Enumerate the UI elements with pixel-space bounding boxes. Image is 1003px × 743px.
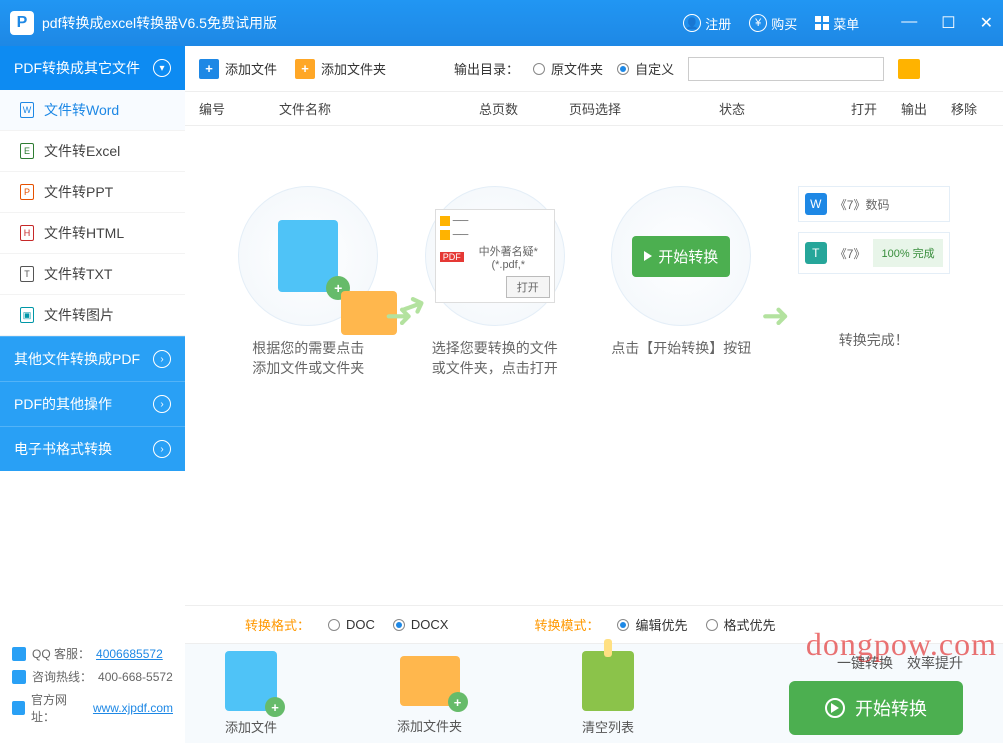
folder-icon [341,291,397,335]
buy-button[interactable]: ¥ 购买 [749,14,797,33]
guide-area: 根据您的需要点击 添加文件或文件夹 ➜ ── ── PDF中外著名疑*(*.pd… [185,126,1003,605]
menu-button[interactable]: 菜单 [815,14,859,33]
sidebar-item-ppt[interactable]: P文件转PPT [0,172,185,213]
guide-step-2: ── ── PDF中外著名疑*(*.pdf,* 打开 选择您要转换的文件 或文件… [425,186,565,605]
pdf-badge: PDF [440,252,464,262]
radio-edit-priority[interactable]: 编辑优先 [617,615,687,634]
sidebar-item-image[interactable]: ▣文件转图片 [0,295,185,336]
progress-badge: 100% 完成 [873,239,942,267]
format-label: 转换格式： [245,615,310,634]
col-output: 输出 [889,99,939,118]
radio-source-folder[interactable]: 原文件夹 [533,59,603,78]
sidebar: PDF转换成其它文件 ▾ W文件转Word E文件转Excel P文件转PPT … [0,46,185,743]
txt-icon: T [805,242,827,264]
action-add-file[interactable]: 添加文件 [225,651,277,736]
folder-icon [400,656,460,706]
play-icon [831,703,839,713]
start-convert-button[interactable]: 开始转换 [789,681,963,735]
mode-label: 转换模式： [534,615,599,634]
user-icon: 👤 [683,14,701,32]
sidebar-section-ebook[interactable]: 电子书格式转换› [0,426,185,471]
col-pages: 总页数 [479,99,569,118]
sidebar-item-excel[interactable]: E文件转Excel [0,131,185,172]
file-icon [278,220,338,292]
chevron-down-icon: ▾ [153,59,171,77]
sidebar-footer: QQ 客服：4006685572 咨询热线：400-668-5572 官方网址：… [0,633,185,743]
radio-custom-folder[interactable]: 自定义 [617,59,674,78]
sidebar-section-topdf[interactable]: 其他文件转换成PDF› [0,336,185,381]
sidebar-item-txt[interactable]: T文件转TXT [0,254,185,295]
ie-icon [12,701,25,715]
play-icon [644,251,652,261]
action-bar: 添加文件 添加文件夹 清空列表 一键转换 效率提升 开始转换 dongpow.c… [185,643,1003,743]
output-path-input[interactable] [688,57,884,81]
toolbar: +添加文件 +添加文件夹 输出目录： 原文件夹 自定义 [185,46,1003,92]
chevron-right-icon: › [153,440,171,458]
sidebar-section-other[interactable]: PDF的其他操作› [0,381,185,426]
column-headers: 编号 文件名称 总页数 页码选择 状态 打开 输出 移除 [185,92,1003,126]
col-open: 打开 [839,99,889,118]
qq-link[interactable]: 4006685572 [96,647,163,661]
col-select: 页码选择 [569,99,719,118]
app-title: pdf转换成excel转换器V6.5免费试用版 [42,13,683,33]
maximize-button[interactable]: ☐ [941,13,955,33]
minimize-button[interactable]: — [901,13,917,33]
col-name: 文件名称 [279,99,479,118]
plus-icon: + [295,59,315,79]
chevron-right-icon: › [153,350,171,368]
register-button[interactable]: 👤 注册 [683,14,731,33]
guide-step-4: W《7》数码 T《7》100% 完成 转换完成！ [798,186,950,605]
tagline: 一键转换 效率提升 [789,653,963,673]
qq-icon [12,647,26,661]
radio-layout-priority[interactable]: 格式优先 [706,615,776,634]
phone-icon [12,670,26,684]
arrow-icon: ➜ [761,296,790,336]
yen-icon: ¥ [749,14,767,32]
file-icon [225,651,277,711]
col-status: 状态 [719,99,839,118]
sidebar-header[interactable]: PDF转换成其它文件 ▾ [0,46,185,90]
add-folder-button[interactable]: +添加文件夹 [295,59,386,79]
chevron-right-icon: › [153,395,171,413]
sidebar-item-word[interactable]: W文件转Word [0,90,185,131]
guide-step-1: 根据您的需要点击 添加文件或文件夹 ➜ [238,186,378,605]
plus-icon: + [199,59,219,79]
guide-step-3: 开始转换 点击【开始转换】按钮 ➜ [611,186,751,605]
radio-docx[interactable]: DOCX [393,617,449,632]
output-label: 输出目录： [454,59,519,78]
close-button[interactable]: ✕ [980,13,993,33]
demo-open-button: 打开 [506,276,550,298]
word-icon: W [805,193,827,215]
format-bar: 转换格式： DOC DOCX 转换模式： 编辑优先 格式优先 [185,605,1003,643]
radio-doc[interactable]: DOC [328,617,375,632]
demo-start-button: 开始转换 [632,236,730,277]
col-num: 编号 [199,99,279,118]
main-panel: +添加文件 +添加文件夹 输出目录： 原文件夹 自定义 编号 文件名称 总页数 … [185,46,1003,743]
app-logo: P [10,11,34,35]
sidebar-item-html[interactable]: H文件转HTML [0,213,185,254]
titlebar: P pdf转换成excel转换器V6.5免费试用版 👤 注册 ¥ 购买 菜单 —… [0,0,1003,46]
action-add-folder[interactable]: 添加文件夹 [397,652,462,735]
site-link[interactable]: www.xjpdf.com [93,701,173,715]
col-remove: 移除 [939,99,989,118]
brush-icon [582,651,634,711]
add-file-button[interactable]: +添加文件 [199,59,277,79]
grid-icon [815,16,829,30]
action-clear-list[interactable]: 清空列表 [582,651,634,736]
browse-folder-button[interactable] [898,59,920,79]
